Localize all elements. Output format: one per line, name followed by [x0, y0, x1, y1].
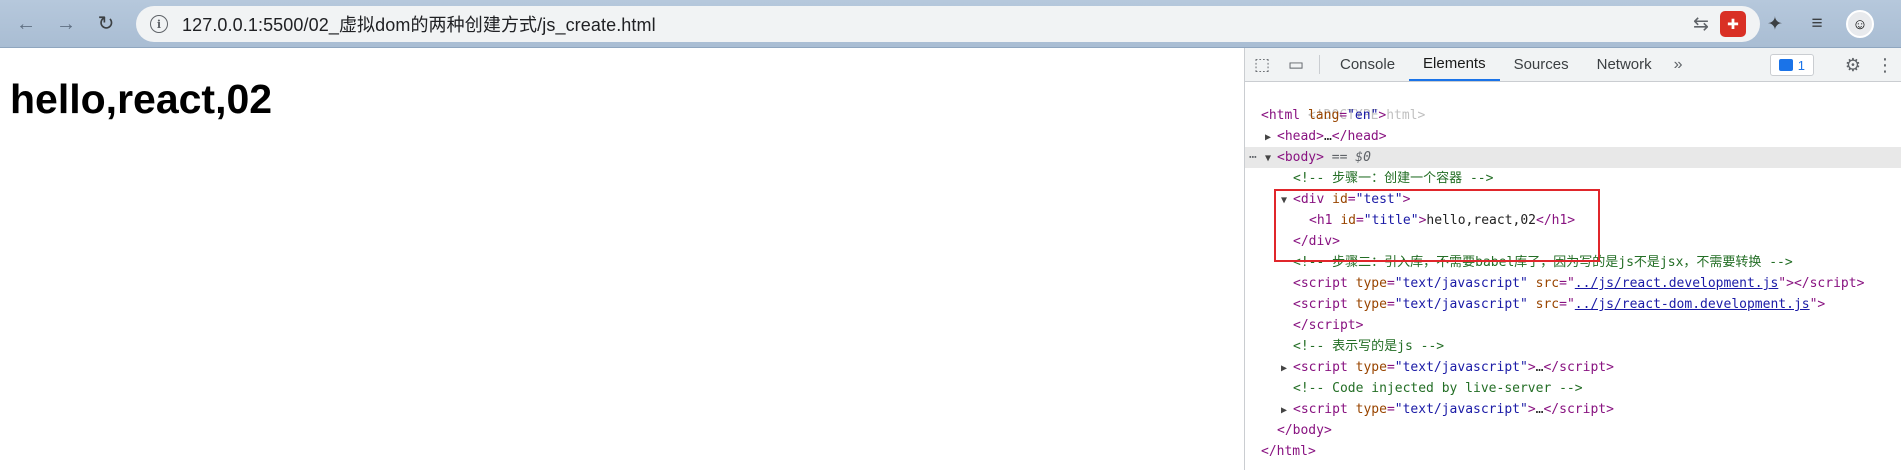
dom-comment-line[interactable]: <!-- 步骤一：创建一个容器 --> [1245, 168, 1901, 189]
back-arrow-icon[interactable]: ← [12, 10, 40, 38]
tab-console[interactable]: Console [1326, 48, 1409, 81]
more-actions-icon[interactable]: ⋯ [1249, 147, 1257, 168]
script-src-link[interactable]: ../js/react-dom.development.js [1575, 297, 1810, 312]
issues-badge[interactable]: 1 [1769, 54, 1814, 76]
selected-node-marker: == $0 [1323, 150, 1371, 165]
forward-arrow-icon[interactable]: → [52, 10, 80, 38]
body-tag: body [1284, 150, 1317, 165]
attr-value: "text/javascript" [1394, 297, 1528, 312]
dom-head-line[interactable]: ▶ <head>…</head> [1245, 126, 1901, 147]
dom-script-line[interactable]: <script type="text/javascript" src="../j… [1245, 273, 1901, 294]
attr-value: "text/javascript" [1394, 402, 1528, 417]
script-src-link[interactable]: ../js/react.development.js [1575, 276, 1779, 291]
attr-name: lang [1307, 108, 1340, 123]
dom-body-close-line[interactable]: </body> [1245, 420, 1901, 441]
tab-network[interactable]: Network [1583, 48, 1666, 81]
url-text[interactable]: 127.0.0.1:5500/02_虚拟dom的两种创建方式/js_create… [182, 11, 656, 37]
inspect-element-icon[interactable]: ⬚ [1245, 48, 1279, 81]
dom-body-line[interactable]: ⋯ ▼ <body> == $0 [1245, 147, 1901, 168]
more-tabs-icon[interactable]: » [1666, 48, 1691, 81]
reload-icon[interactable]: ↻ [92, 10, 120, 38]
extensions-area: ✚ ✦ ≡ ☺ ⋮ [1720, 10, 1901, 38]
devtools-tab-bar: ⬚ ▭ Console Elements Sources Network » 1… [1245, 48, 1901, 82]
attr-value: "en" [1347, 108, 1379, 123]
dom-script-line[interactable]: <script type="text/javascript" src="../j… [1245, 294, 1901, 315]
dom-script-close-line[interactable]: </script> [1245, 315, 1901, 336]
attr-value: "text/javascript" [1394, 276, 1528, 291]
site-info-icon[interactable]: i [150, 15, 168, 33]
extensions-puzzle-icon[interactable]: ✦ [1762, 11, 1788, 37]
address-bar[interactable]: i 127.0.0.1:5500/02_虚拟dom的两种创建方式/js_crea… [136, 6, 1760, 42]
expand-triangle-icon[interactable]: ▶ [1265, 127, 1277, 148]
html-tag: html [1268, 108, 1301, 123]
tab-elements[interactable]: Elements [1409, 48, 1500, 81]
collapsed-ellipsis: … [1323, 129, 1332, 144]
collapse-triangle-icon[interactable]: ▼ [1265, 148, 1277, 169]
profile-avatar[interactable]: ☺ [1846, 10, 1874, 38]
dom-tree: <!DOCTYPE html> <html lang="en"> ▶ <head>… [1245, 82, 1901, 462]
devtools-menu-icon[interactable]: ⋮ [1869, 55, 1901, 76]
expand-triangle-icon[interactable]: ▶ [1281, 358, 1293, 379]
dom-script-line[interactable]: ▶ <script type="text/javascript">…</scrip… [1245, 357, 1901, 378]
translate-icon[interactable]: ⇆ [1693, 13, 1709, 36]
page-viewport: hello,react,02 [0, 48, 1244, 470]
expand-triangle-icon[interactable]: ▶ [1281, 400, 1293, 421]
dom-comment-line[interactable]: <!-- Code injected by live-server --> [1245, 378, 1901, 399]
page-heading: hello,react,02 [10, 76, 273, 122]
issues-icon [1778, 59, 1793, 71]
media-controls-icon[interactable]: ≡ [1804, 11, 1830, 37]
devtools-panel: ⬚ ▭ Console Elements Sources Network » 1… [1244, 48, 1901, 470]
dom-html-line[interactable]: <html lang="en"> [1245, 105, 1901, 126]
highlight-annotation-box [1274, 189, 1600, 262]
extension-red-icon[interactable]: ✚ [1720, 11, 1746, 37]
comment-text: <!-- Code injected by live-server --> [1293, 381, 1583, 396]
dom-script-line[interactable]: ▶ <script type="text/javascript">…</scrip… [1245, 399, 1901, 420]
device-toolbar-icon[interactable]: ▭ [1279, 48, 1313, 81]
tab-sources[interactable]: Sources [1500, 48, 1583, 81]
dom-doctype-line[interactable]: <!DOCTYPE html> [1245, 84, 1901, 123]
browser-menu-icon[interactable]: ⋮ [1890, 11, 1901, 37]
browser-toolbar: ← → ↻ i 127.0.0.1:5500/02_虚拟dom的两种创建方式/j… [0, 0, 1901, 48]
dom-html-close-line[interactable]: </html> [1245, 441, 1901, 462]
issues-count: 1 [1797, 57, 1805, 73]
settings-gear-icon[interactable]: ⚙ [1837, 55, 1869, 76]
dom-comment-line[interactable]: <!-- 表示写的是js --> [1245, 336, 1901, 357]
comment-text: <!-- 表示写的是js --> [1293, 339, 1445, 354]
comment-text: <!-- 步骤一：创建一个容器 --> [1293, 171, 1494, 186]
attr-value: "text/javascript" [1394, 360, 1528, 375]
toolbar-divider [1319, 55, 1320, 74]
